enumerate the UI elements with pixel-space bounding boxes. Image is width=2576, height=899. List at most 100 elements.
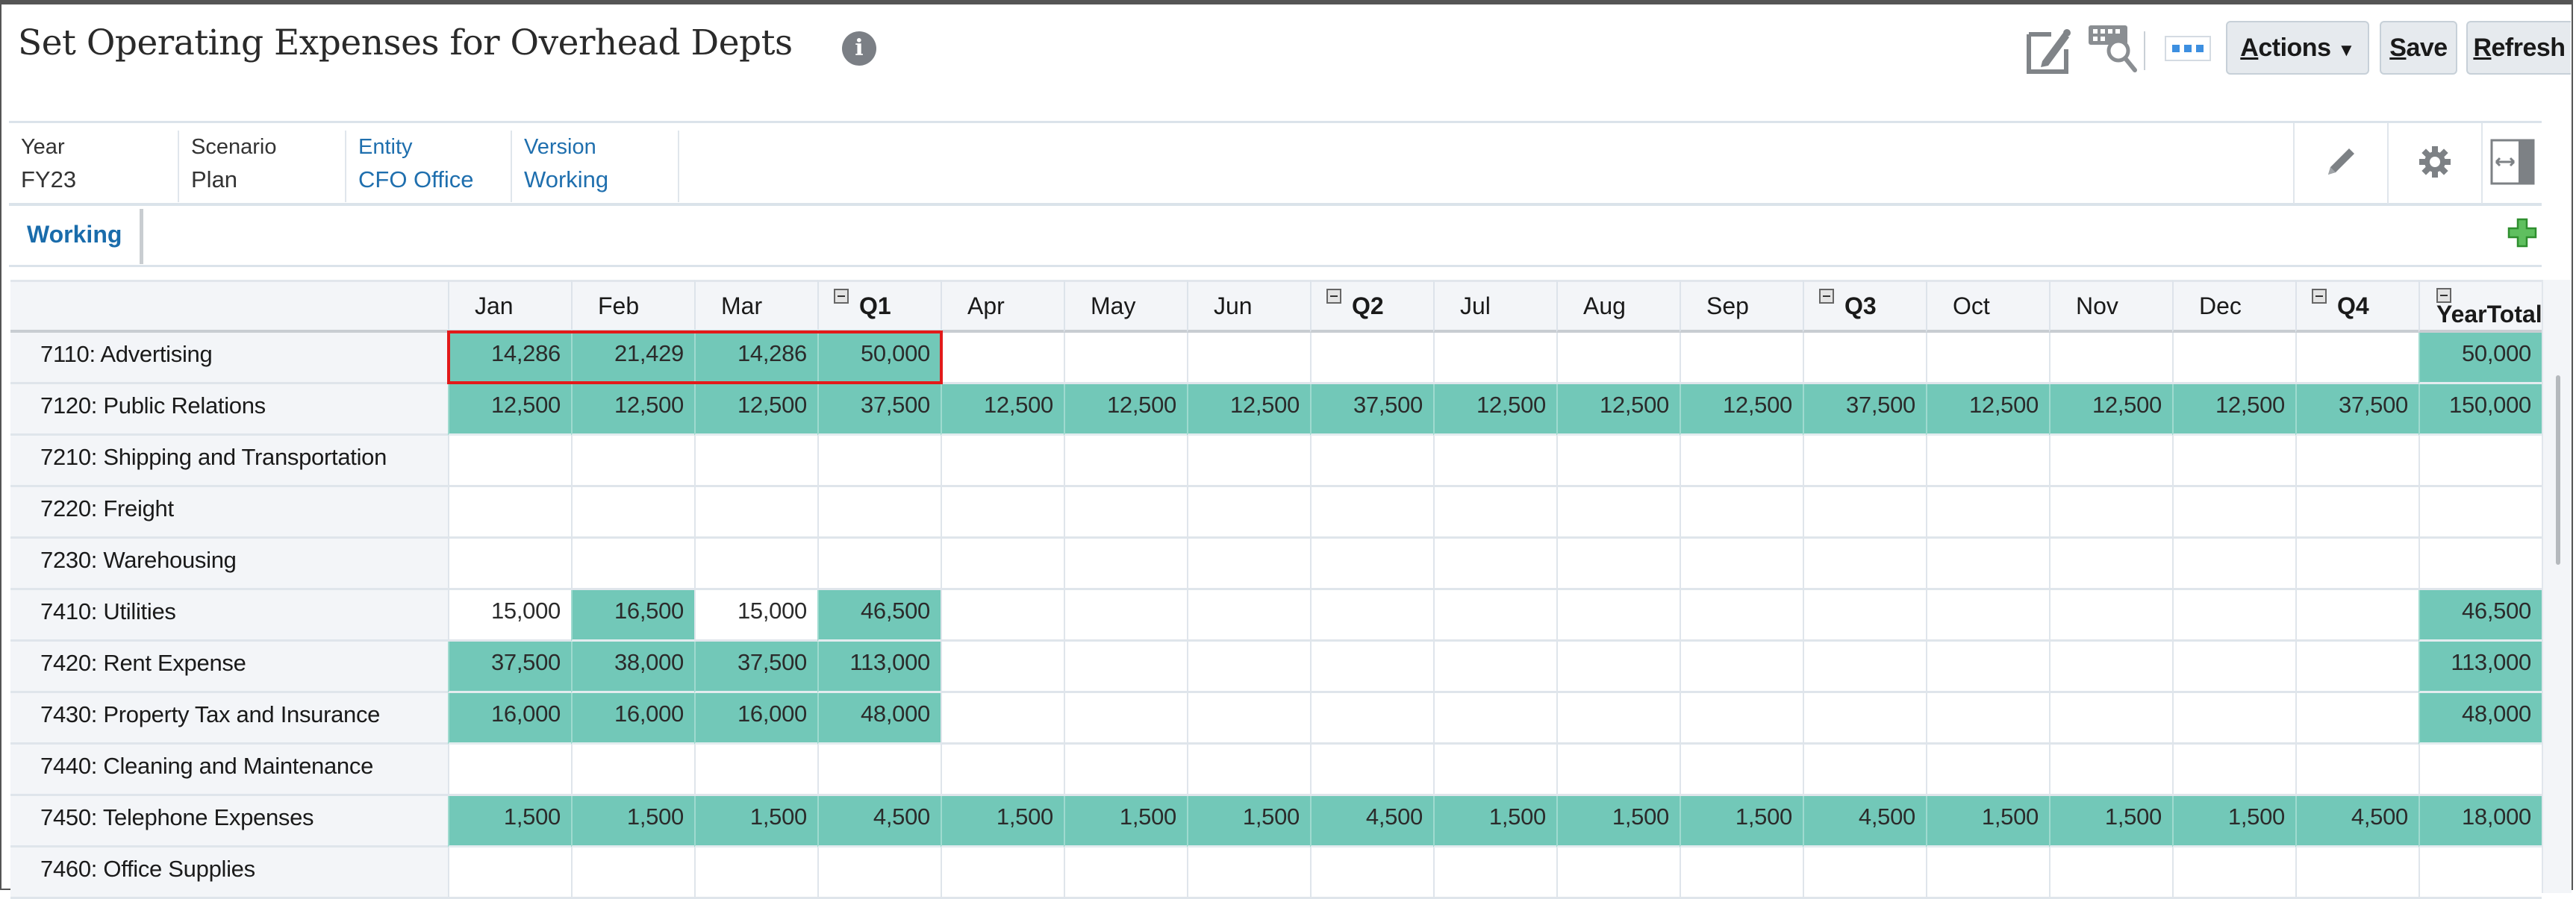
row-header[interactable]: 7230: Warehousing [10, 539, 448, 590]
grid-cell[interactable] [2295, 539, 2418, 590]
grid-cell[interactable]: 37,500 [1310, 384, 1433, 436]
grid-cell[interactable] [694, 848, 817, 899]
row-header[interactable]: 7220: Freight [10, 487, 448, 539]
grid-cell[interactable]: 1,500 [1433, 796, 1556, 848]
grid-cell[interactable] [1064, 539, 1187, 590]
grid-cell[interactable]: 1,500 [571, 796, 694, 848]
grid-cell[interactable]: 12,500 [571, 384, 694, 436]
grid-cell[interactable] [1680, 487, 1803, 539]
grid-cell[interactable] [1680, 848, 1803, 899]
grid-cell[interactable]: 37,500 [448, 642, 571, 693]
row-header[interactable]: 7450: Telephone Expenses [10, 796, 448, 848]
grid-cell[interactable] [817, 745, 941, 796]
grid-cell[interactable] [1310, 745, 1433, 796]
grid-cell[interactable] [1680, 693, 1803, 745]
column-header-oct[interactable]: Oct [1926, 280, 2049, 333]
grid-cell[interactable] [941, 642, 1064, 693]
ad-hoc-search-icon[interactable] [2087, 24, 2139, 77]
grid-cell[interactable]: 12,500 [1187, 384, 1310, 436]
grid-cell[interactable]: 16,500 [571, 590, 694, 642]
grid-cell[interactable]: 37,500 [2295, 384, 2418, 436]
grid-cell[interactable] [2295, 693, 2418, 745]
collapse-icon[interactable] [1326, 289, 1341, 304]
grid-cell[interactable] [1433, 436, 1556, 487]
grid-cell[interactable]: 38,000 [571, 642, 694, 693]
grid-cell[interactable] [2172, 848, 2295, 899]
grid-cell[interactable]: 12,500 [448, 384, 571, 436]
grid-cell[interactable] [1433, 693, 1556, 745]
grid-cell[interactable] [571, 487, 694, 539]
grid-cell[interactable] [817, 487, 941, 539]
grid-cell[interactable] [817, 436, 941, 487]
column-header-mar[interactable]: Mar [694, 280, 817, 333]
grid-cell[interactable]: 1,500 [1064, 796, 1187, 848]
grid-cell[interactable] [1803, 487, 1926, 539]
grid-cell[interactable] [2049, 436, 2172, 487]
grid-cell[interactable]: 15,000 [448, 590, 571, 642]
grid-cell[interactable] [2172, 745, 2295, 796]
grid-cell[interactable] [1433, 333, 1556, 384]
grid-cell[interactable]: 1,500 [2172, 796, 2295, 848]
grid-cell[interactable] [1064, 436, 1187, 487]
pov-version[interactable]: Version Working [512, 131, 679, 202]
grid-cell[interactable] [448, 745, 571, 796]
grid-cell[interactable] [571, 436, 694, 487]
grid-cell[interactable] [1803, 333, 1926, 384]
grid-cell[interactable] [2172, 487, 2295, 539]
column-header-jul[interactable]: Jul [1433, 280, 1556, 333]
grid-cell[interactable] [1926, 539, 2049, 590]
grid-cell[interactable] [694, 539, 817, 590]
grid-cell[interactable] [1310, 539, 1433, 590]
grid-cell[interactable] [1310, 693, 1433, 745]
grid-cell[interactable] [941, 745, 1064, 796]
collapse-icon[interactable] [834, 289, 849, 304]
grid-cell[interactable] [2049, 487, 2172, 539]
grid-cell[interactable]: 4,500 [817, 796, 941, 848]
grid-cell[interactable] [1556, 333, 1680, 384]
column-header-sep[interactable]: Sep [1680, 280, 1803, 333]
grid-cell[interactable] [1187, 693, 1310, 745]
grid-cell[interactable] [1556, 642, 1680, 693]
grid-cell[interactable] [1064, 333, 1187, 384]
grid-cell[interactable] [1433, 642, 1556, 693]
row-header[interactable]: 7440: Cleaning and Maintenance [10, 745, 448, 796]
grid-cell[interactable] [2295, 745, 2418, 796]
grid-cell[interactable] [571, 745, 694, 796]
grid-cell[interactable] [2295, 487, 2418, 539]
row-header[interactable]: 7430: Property Tax and Insurance [10, 693, 448, 745]
grid-cell[interactable]: 1,500 [448, 796, 571, 848]
grid-cell[interactable] [1310, 333, 1433, 384]
grid-cell[interactable]: 14,286 [448, 333, 571, 384]
row-header[interactable]: 7420: Rent Expense [10, 642, 448, 693]
grid-cell[interactable]: 1,500 [1187, 796, 1310, 848]
grid-cell[interactable]: 1,500 [2049, 796, 2172, 848]
grid-cell[interactable]: 12,500 [1064, 384, 1187, 436]
grid-cell[interactable] [2418, 487, 2542, 539]
grid-cell[interactable] [1556, 848, 1680, 899]
grid-cell[interactable] [2172, 436, 2295, 487]
grid-cell[interactable] [1064, 745, 1187, 796]
grid-cell[interactable] [941, 848, 1064, 899]
grid-cell[interactable]: 4,500 [1310, 796, 1433, 848]
grid-cell[interactable]: 4,500 [2295, 796, 2418, 848]
grid-cell[interactable]: 12,500 [1926, 384, 2049, 436]
grid-cell[interactable]: 16,000 [448, 693, 571, 745]
grid-cell[interactable] [1803, 693, 1926, 745]
grid-cell[interactable] [941, 487, 1064, 539]
column-header-nov[interactable]: Nov [2049, 280, 2172, 333]
edit-form-icon[interactable] [2026, 25, 2074, 78]
grid-cell[interactable] [1680, 590, 1803, 642]
grid-cell[interactable] [1187, 539, 1310, 590]
add-icon[interactable] [2507, 218, 2537, 251]
grid-cell[interactable]: 113,000 [817, 642, 941, 693]
grid-cell[interactable] [1803, 436, 1926, 487]
grid-cell[interactable] [2172, 693, 2295, 745]
save-button[interactable]: Save [2380, 21, 2457, 75]
grid-cell[interactable] [1926, 487, 2049, 539]
grid-cell[interactable]: 12,500 [1680, 384, 1803, 436]
grid-cell[interactable] [1926, 848, 2049, 899]
collapse-icon[interactable] [2436, 288, 2451, 303]
grid-cell[interactable] [1680, 436, 1803, 487]
grid-cell[interactable] [1187, 590, 1310, 642]
grid-cell[interactable] [1064, 642, 1187, 693]
